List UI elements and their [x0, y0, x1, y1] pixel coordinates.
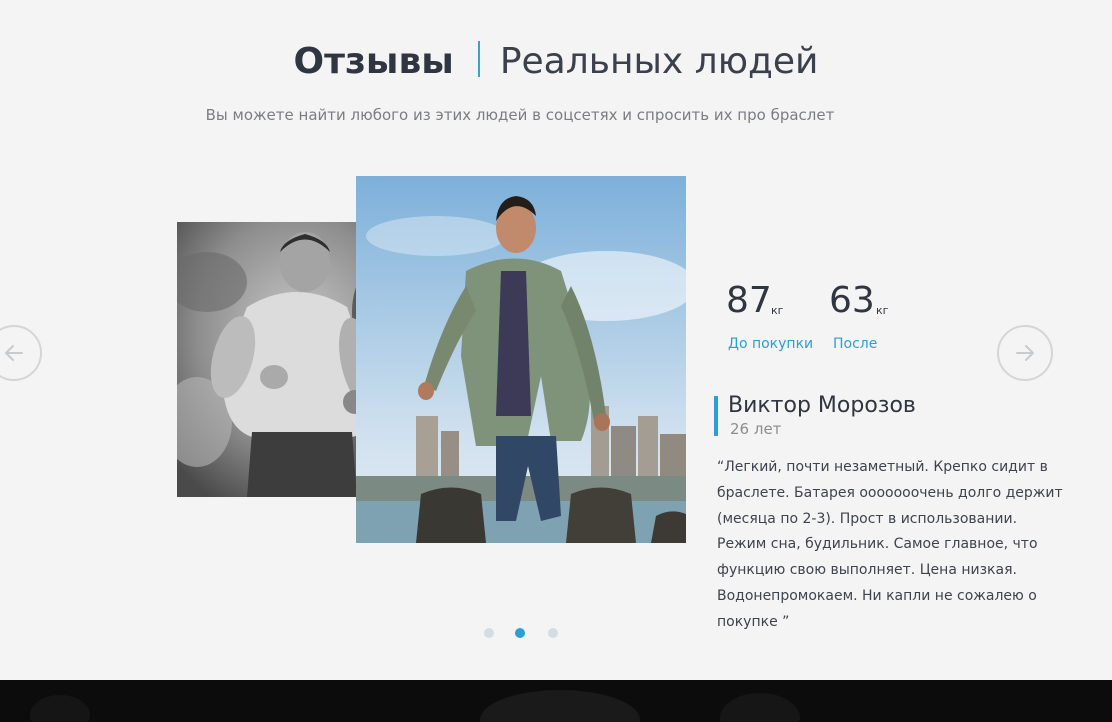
person-name: Виктор Морозов — [728, 393, 916, 418]
person-age: 26 лет — [730, 420, 782, 438]
name-accent-bar — [714, 396, 718, 436]
testimonial-quote: “Легкий, почти незаметный. Крепко сидит … — [717, 459, 1063, 630]
next-section-strip — [0, 680, 1112, 722]
weight-before-unit: кг — [771, 304, 784, 317]
arrow-left-icon — [5, 345, 23, 361]
carousel-next-button[interactable] — [997, 325, 1053, 381]
arrow-right-icon — [1016, 345, 1034, 361]
weight-before-value: 87 — [726, 280, 772, 321]
title-divider — [477, 41, 480, 77]
carousel-dot-3[interactable] — [548, 628, 558, 638]
title-bold-text: Отзывы — [293, 41, 454, 82]
carousel-prev-button[interactable] — [0, 325, 42, 381]
weight-after-unit: кг — [876, 304, 889, 317]
weight-after-value: 63 — [829, 280, 875, 321]
title-light-text: Реальных людей — [499, 41, 819, 82]
weight-after-label: После — [833, 336, 878, 352]
section-title: Отзывы Реальных людей — [0, 38, 1112, 86]
after-photo — [356, 176, 686, 543]
weight-before-label: До покупки — [728, 336, 814, 352]
carousel-dot-1[interactable] — [484, 628, 494, 638]
carousel-dot-2-active[interactable] — [515, 628, 525, 638]
section-subtitle: Вы можете найти любого из этих людей в с… — [205, 106, 835, 124]
